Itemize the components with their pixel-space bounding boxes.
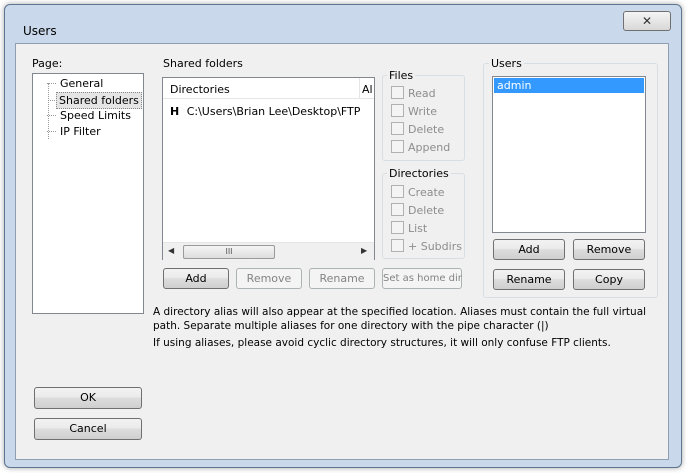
write-checkbox[interactable]: Write bbox=[391, 104, 437, 118]
tree-item-shared-folders[interactable]: Shared folders bbox=[48, 92, 142, 109]
add-directory-button[interactable]: Add bbox=[163, 268, 229, 289]
copy-user-button[interactable]: Copy bbox=[573, 269, 645, 290]
column-header-aliases[interactable]: Al bbox=[362, 83, 373, 96]
info-line-2: path. Separate multiple aliases for one … bbox=[153, 320, 549, 332]
files-label: Files bbox=[387, 69, 416, 82]
subdirs-checkbox[interactable]: + Subdirs bbox=[391, 239, 462, 253]
rename-user-button[interactable]: Rename bbox=[493, 269, 565, 290]
append-checkbox[interactable]: Append bbox=[391, 140, 450, 154]
ok-button[interactable]: OK bbox=[34, 387, 142, 409]
close-icon: ✕ bbox=[641, 14, 653, 28]
create-checkbox[interactable]: Create bbox=[391, 185, 445, 199]
page-tree: General Shared folders Speed Limits IP F… bbox=[32, 73, 144, 314]
set-home-dir-button[interactable]: Set as home dir bbox=[382, 268, 462, 289]
shared-folders-label: Shared folders bbox=[161, 57, 245, 70]
directories-label: Directories bbox=[387, 167, 451, 180]
list-checkbox[interactable]: List bbox=[391, 221, 427, 235]
column-header-directories[interactable]: Directories bbox=[170, 83, 230, 96]
add-user-button[interactable]: Add bbox=[493, 239, 565, 260]
directory-path: C:\Users\Brian Lee\Desktop\FTP bbox=[186, 105, 361, 118]
scroll-right-icon[interactable]: ▶ bbox=[361, 246, 367, 255]
scroll-left-icon[interactable]: ◀ bbox=[168, 246, 174, 255]
page-label: Page: bbox=[32, 57, 63, 70]
delete-file-checkbox[interactable]: Delete bbox=[391, 122, 444, 136]
user-item-admin[interactable]: admin bbox=[494, 78, 644, 93]
info-line-1: A directory alias will also appear at th… bbox=[153, 306, 647, 318]
read-checkbox[interactable]: Read bbox=[391, 86, 436, 100]
delete-dir-checkbox[interactable]: Delete bbox=[391, 203, 444, 217]
rename-directory-button[interactable]: Rename bbox=[309, 268, 375, 289]
scroll-thumb[interactable]: III bbox=[183, 245, 275, 259]
column-divider bbox=[359, 78, 360, 98]
tree-item-general[interactable]: General bbox=[47, 76, 105, 91]
directories-listview[interactable]: Directories Al H C:\Users\Brian Lee\Desk… bbox=[162, 77, 375, 260]
users-label: Users bbox=[489, 57, 524, 70]
home-flag: H bbox=[170, 105, 180, 118]
window-title: Users bbox=[23, 24, 57, 38]
close-button[interactable]: ✕ bbox=[623, 11, 671, 31]
horizontal-scrollbar[interactable]: ◀ III ▶ bbox=[163, 242, 374, 260]
info-line-3: If using aliases, please avoid cyclic di… bbox=[153, 337, 611, 349]
tree-item-ip-filter[interactable]: IP Filter bbox=[47, 124, 103, 139]
tree-item-speed-limits[interactable]: Speed Limits bbox=[47, 108, 133, 123]
remove-directory-button[interactable]: Remove bbox=[236, 268, 302, 289]
remove-user-button[interactable]: Remove bbox=[573, 239, 645, 260]
list-header: Directories Al bbox=[163, 78, 374, 99]
title-bar[interactable]: Users ✕ bbox=[5, 5, 681, 38]
directory-row[interactable]: H C:\Users\Brian Lee\Desktop\FTP bbox=[170, 105, 360, 118]
files-group: Files Read Write Delete Append bbox=[382, 69, 465, 161]
directories-permissions-group: Directories Create Delete List + Subdirs bbox=[382, 167, 465, 259]
users-listbox[interactable]: admin bbox=[492, 76, 646, 233]
cancel-button[interactable]: Cancel bbox=[34, 418, 142, 440]
